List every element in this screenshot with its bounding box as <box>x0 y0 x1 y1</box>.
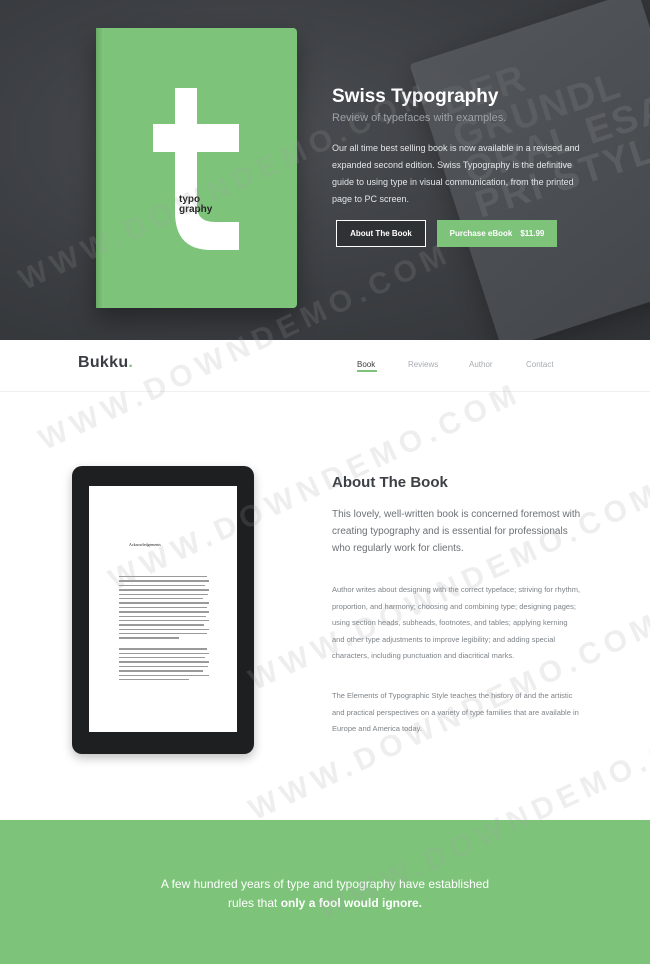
price-label: $11.99 <box>520 229 545 238</box>
nav-link-contact[interactable]: Contact <box>526 360 554 369</box>
logo-dot: . <box>128 354 134 371</box>
hero-subtitle: Review of typefaces with examples. <box>332 112 507 124</box>
purchase-button-label: Purchase eBook <box>449 229 513 238</box>
hero-description: Our all time best selling book is now av… <box>332 143 580 204</box>
about-paragraph-1: Author writes about designing with the c… <box>332 585 581 661</box>
screen-heading: Acknowledgements <box>129 542 161 547</box>
about-lead: This lovely, well-written book is concer… <box>332 509 581 554</box>
about-the-book-button[interactable]: About The Book <box>336 220 426 247</box>
letter-t-graphic <box>153 88 239 250</box>
about-button-label: About The Book <box>350 229 412 238</box>
quote-emphasis: only a fool would ignore. <box>280 896 423 910</box>
book-label-line2: graphy <box>179 204 213 215</box>
hero-section: DER GRUNDL ORAL ESA PRI STYLE typo graph… <box>0 0 650 340</box>
active-nav-indicator <box>357 370 377 372</box>
quote-section: A few hundred years of type and typograp… <box>0 820 650 964</box>
hero-title: Swiss Typography <box>332 86 499 107</box>
nav-link-book[interactable]: Book <box>357 360 375 369</box>
book-cover: typo graphy <box>96 28 297 308</box>
quote-text: A few hundred years of type and typograp… <box>150 875 500 913</box>
about-title: About The Book <box>332 474 448 491</box>
logo-text: Bukku <box>78 354 129 371</box>
purchase-ebook-button[interactable]: Purchase eBook $11.99 <box>437 220 557 247</box>
ereader-screen: Acknowledgements <box>89 486 237 732</box>
about-paragraph-2: The Elements of Typographic Style teache… <box>332 691 579 734</box>
screen-text-block <box>119 576 209 683</box>
nav-link-author[interactable]: Author <box>469 360 493 369</box>
ereader-device: Acknowledgements <box>72 466 254 754</box>
book-cover-label: typo graphy <box>179 195 212 215</box>
main-navigation: Bukku. Book Reviews Author Contact <box>0 340 650 392</box>
book-spine <box>96 28 104 308</box>
nav-link-reviews[interactable]: Reviews <box>408 360 438 369</box>
logo[interactable]: Bukku. <box>78 354 133 372</box>
